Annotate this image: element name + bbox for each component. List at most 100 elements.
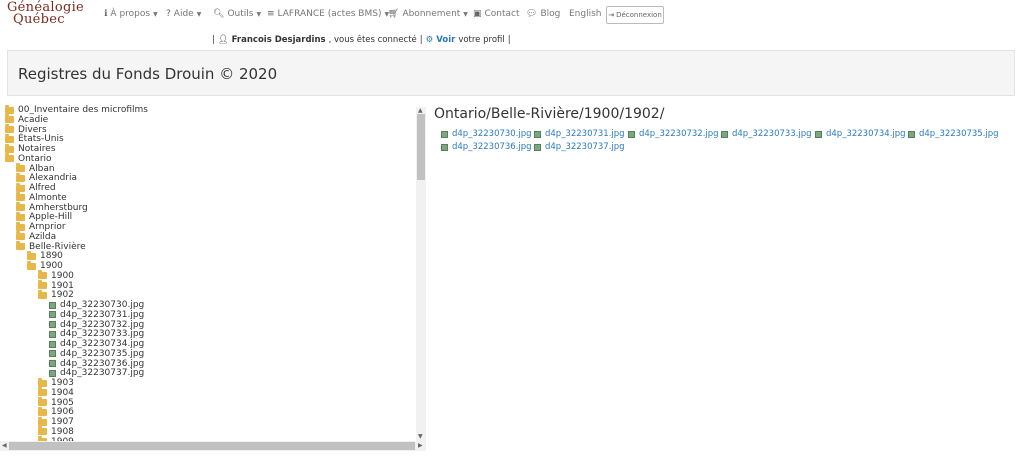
tree-file-item[interactable]: d4p_32230731.jpg <box>49 310 144 320</box>
scroll-left-icon[interactable]: ◀ <box>2 442 7 449</box>
tree-item-label: d4p_32230732.jpg <box>60 319 145 330</box>
tree-folder-item[interactable]: 1904 <box>38 387 74 398</box>
file-link-label: d4p_32230735.jpg <box>919 129 999 139</box>
cart-icon: 🛒︎ <box>388 9 400 19</box>
folder-icon <box>16 221 25 231</box>
image-file-icon <box>441 143 448 151</box>
view-profile-link[interactable]: Voir <box>436 35 455 45</box>
nav-lafrance[interactable]: ≡ LAFRANCE (actes BMS) ▼ <box>267 9 389 19</box>
tree-vertical-scrollbar[interactable]: ▲ ▼ <box>416 107 426 441</box>
folder-icon <box>38 426 47 436</box>
tree-item-label: Belle-Rivière <box>29 241 86 252</box>
tree-item-label: Almonte <box>29 192 67 203</box>
nav-blog[interactable]: 💬︎ Blog <box>526 9 560 19</box>
folder-tree[interactable]: 00_Inventaire des microfilms Acadie Divers… <box>0 101 415 441</box>
folder-icon <box>5 143 14 153</box>
image-file-icon <box>628 130 635 138</box>
folder-icon <box>16 163 25 172</box>
nav-tools-label: Outils <box>227 9 254 19</box>
tree-item-label: Notaires <box>18 144 56 154</box>
tree-item-label: Amherstburg <box>29 202 88 213</box>
user-name: Francois Desjardins <box>231 35 326 45</box>
tree-folder-item[interactable]: Almonte <box>16 192 67 203</box>
tree-item-label: 1907 <box>51 417 74 427</box>
separator: | <box>212 35 215 45</box>
nav-about[interactable]: ℹ À propos ▼ <box>104 9 158 19</box>
tree-folder-item[interactable]: 1900 <box>38 270 74 281</box>
tree-folder-item[interactable]: Ontario <box>5 153 52 164</box>
scroll-up-icon[interactable]: ▲ <box>418 107 423 114</box>
tree-item-label: Ontario <box>18 153 52 164</box>
scroll-down-icon[interactable]: ▼ <box>418 433 423 440</box>
question-icon: ? <box>166 9 171 19</box>
tree-folder-item[interactable]: 1908 <box>38 426 74 437</box>
tree-horizontal-scrollbar[interactable]: ◀ ▶ <box>0 441 426 451</box>
file-link[interactable]: d4p_32230734.jpg <box>815 129 906 139</box>
file-link[interactable]: d4p_32230732.jpg <box>628 129 719 139</box>
file-link-label: d4p_32230731.jpg <box>545 129 625 139</box>
scrollbar-thumb[interactable] <box>9 442 415 450</box>
nav-blog-label: Blog <box>540 9 561 19</box>
tree-item-label: d4p_32230735.jpg <box>60 348 145 359</box>
tree-folder-item[interactable]: Azilda <box>16 231 56 242</box>
tree-item-label: 1901 <box>51 280 74 291</box>
tree-folder-item[interactable]: 1902 <box>38 289 74 301</box>
nav-tools[interactable]: 🔍︎ Outils ▼ <box>213 9 261 19</box>
file-link[interactable]: d4p_32230731.jpg <box>534 129 625 139</box>
tree-file-item[interactable]: d4p_32230736.jpg <box>49 359 144 369</box>
tree-item-label: 1906 <box>51 407 74 418</box>
nav-subscription[interactable]: 🛒︎ Abonnement ▼ <box>388 9 468 19</box>
tree-folder-item[interactable]: Arnprior <box>16 221 66 232</box>
folder-icon <box>27 260 36 270</box>
tree-folder-item[interactable]: 1900 <box>27 260 63 271</box>
nav-lafrance-label: LAFRANCE (actes BMS) <box>277 9 382 19</box>
tree-folder-item[interactable]: 1901 <box>38 280 74 291</box>
file-link-label: d4p_32230736.jpg <box>452 142 532 152</box>
tree-folder-item[interactable]: Belle-Rivière <box>16 241 86 252</box>
tree-file-item[interactable]: d4p_32230732.jpg <box>49 320 144 330</box>
site-logo[interactable]: Généalogie Québec <box>7 1 93 28</box>
nav-contact[interactable]: ▣ Contact <box>473 9 520 19</box>
scroll-right-icon[interactable]: ▶ <box>418 442 423 449</box>
image-file-icon <box>49 330 56 338</box>
file-link[interactable]: d4p_32230733.jpg <box>721 129 812 139</box>
tree-folder-item[interactable]: 00_Inventaire des microfilms <box>5 104 148 115</box>
scrollbar-thumb[interactable] <box>417 114 425 180</box>
nav-english[interactable]: English <box>569 9 602 19</box>
tree-item-label: d4p_32230731.jpg <box>60 309 145 320</box>
tree-file-item[interactable]: d4p_32230735.jpg <box>49 349 144 359</box>
file-link[interactable]: d4p_32230730.jpg <box>441 129 532 139</box>
tree-folder-item[interactable]: Alfred <box>16 182 56 193</box>
folder-icon <box>5 124 14 133</box>
tree-folder-item[interactable]: 1903 <box>38 377 74 388</box>
tree-file-item[interactable]: d4p_32230737.jpg <box>49 368 144 378</box>
tree-file-item[interactable]: d4p_32230734.jpg <box>49 339 144 349</box>
tree-folder-item[interactable]: Apple-Hill <box>16 211 72 222</box>
tree-folder-item[interactable]: 1905 <box>38 397 74 408</box>
caret-down-icon: ▼ <box>196 10 202 18</box>
tree-item-label: 1902 <box>51 290 74 301</box>
tree-folder-item[interactable]: Amherstburg <box>16 202 88 213</box>
caret-down-icon: ▼ <box>153 10 158 18</box>
tree-folder-item[interactable]: États-Unis <box>5 133 64 144</box>
tree-folder-item[interactable]: 1906 <box>38 406 74 418</box>
tree-folder-item[interactable]: 1890 <box>27 250 63 261</box>
nav-help[interactable]: ? Aide ▼ <box>166 9 201 19</box>
tree-folder-item[interactable]: Acadie <box>5 114 48 125</box>
tree-item-label: d4p_32230733.jpg <box>60 329 145 340</box>
tree-folder-item[interactable]: Divers <box>5 124 47 135</box>
file-link[interactable]: d4p_32230737.jpg <box>534 142 625 152</box>
tree-folder-item[interactable]: Alexandria <box>16 172 77 183</box>
tree-folder-item[interactable]: Notaires <box>5 143 56 154</box>
tree-file-item[interactable]: d4p_32230733.jpg <box>49 329 144 339</box>
file-link[interactable]: d4p_32230736.jpg <box>441 142 532 152</box>
folder-icon <box>16 211 25 221</box>
image-file-icon <box>49 369 56 377</box>
file-link[interactable]: d4p_32230735.jpg <box>908 129 999 139</box>
tree-file-item[interactable]: d4p_32230730.jpg <box>49 300 144 310</box>
separator: | <box>419 35 423 45</box>
tree-folder-item[interactable]: Alban <box>16 163 55 174</box>
connected-text: , vous êtes connecté <box>328 35 417 45</box>
tree-folder-item[interactable]: 1907 <box>38 416 74 427</box>
logout-button[interactable]: ⇥ Déconnexion <box>606 6 664 24</box>
